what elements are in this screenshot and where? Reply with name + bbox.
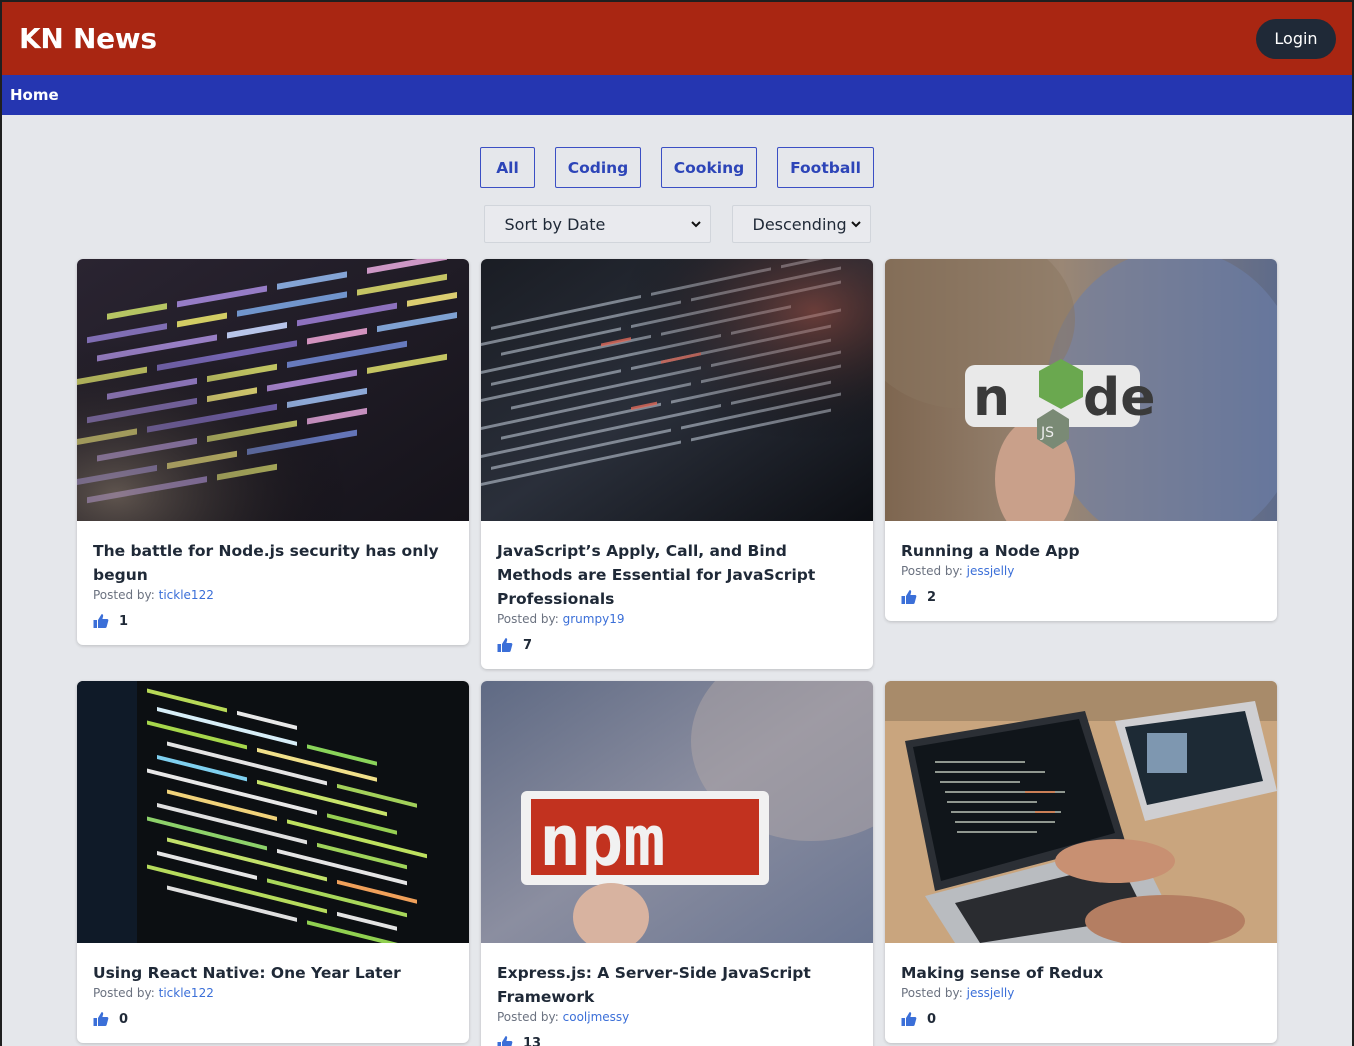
sort-controls: Sort by Date Descending bbox=[2, 205, 1352, 243]
svg-text:n: n bbox=[973, 368, 1010, 428]
posted-by-label: Posted by: bbox=[93, 588, 159, 602]
author-link[interactable]: tickle122 bbox=[159, 588, 214, 602]
chevron-down-icon bbox=[850, 221, 861, 228]
article-card-body: Using React Native: One Year Later Poste… bbox=[77, 943, 469, 1043]
author-link[interactable]: cooljmessy bbox=[563, 1010, 630, 1024]
article-votes: 7 bbox=[497, 637, 857, 653]
app-window: KN News Login Home All Coding Cooking Fo… bbox=[2, 2, 1352, 1046]
article-card-body: Making sense of Redux Posted by: jessjel… bbox=[885, 943, 1277, 1043]
thumbs-up-icon[interactable] bbox=[93, 613, 109, 629]
article-title[interactable]: Express.js: A Server-Side JavaScript Fra… bbox=[497, 961, 857, 1009]
filter-football-button[interactable]: Football bbox=[777, 147, 874, 188]
article-card[interactable]: Using React Native: One Year Later Poste… bbox=[77, 681, 469, 1043]
article-card[interactable]: JavaScript’s Apply, Call, and Bind Metho… bbox=[481, 259, 873, 669]
thumbs-up-icon[interactable] bbox=[901, 1011, 917, 1027]
svg-text:de: de bbox=[1083, 368, 1156, 428]
article-image[interactable] bbox=[77, 681, 469, 943]
article-votes: 0 bbox=[901, 1011, 1261, 1027]
filter-coding-button[interactable]: Coding bbox=[555, 147, 641, 188]
article-title[interactable]: Running a Node App bbox=[901, 539, 1261, 563]
article-votes: 0 bbox=[93, 1011, 453, 1027]
vote-count: 0 bbox=[119, 1011, 129, 1027]
article-card[interactable]: n de JS Running a Node App Posted by: je… bbox=[885, 259, 1277, 621]
article-author-line: Posted by: tickle122 bbox=[93, 588, 453, 602]
site-logo[interactable]: KN News bbox=[19, 22, 157, 55]
svg-text:JS: JS bbox=[1040, 425, 1054, 441]
article-author-line: Posted by: jessjelly bbox=[901, 564, 1261, 578]
posted-by-label: Posted by: bbox=[497, 612, 563, 626]
sort-by-select[interactable]: Sort by Date bbox=[483, 205, 711, 243]
article-image[interactable]: npm bbox=[481, 681, 873, 943]
article-author-line: Posted by: cooljmessy bbox=[497, 1010, 857, 1024]
filter-all-button[interactable]: All bbox=[480, 147, 535, 188]
site-header: KN News Login bbox=[2, 2, 1352, 75]
article-card[interactable]: The battle for Node.js security has only… bbox=[77, 259, 469, 645]
article-votes: 1 bbox=[93, 613, 453, 629]
article-image[interactable]: n de JS bbox=[885, 259, 1277, 521]
article-author-line: Posted by: tickle122 bbox=[93, 986, 453, 1000]
thumbs-up-icon[interactable] bbox=[901, 589, 917, 605]
sort-order-value: Descending bbox=[752, 214, 847, 234]
article-image[interactable] bbox=[885, 681, 1277, 943]
article-votes: 2 bbox=[901, 589, 1261, 605]
filter-cooking-button[interactable]: Cooking bbox=[661, 147, 757, 188]
article-title[interactable]: Making sense of Redux bbox=[901, 961, 1261, 985]
article-author-line: Posted by: grumpy19 bbox=[497, 612, 857, 626]
article-image[interactable] bbox=[481, 259, 873, 521]
thumbs-up-icon[interactable] bbox=[497, 637, 513, 653]
svg-text:npm: npm bbox=[539, 800, 665, 882]
author-link[interactable]: jessjelly bbox=[967, 986, 1015, 1000]
article-image[interactable] bbox=[77, 259, 469, 521]
article-card-body: Running a Node App Posted by: jessjelly … bbox=[885, 521, 1277, 621]
article-grid: The battle for Node.js security has only… bbox=[77, 259, 1277, 1046]
posted-by-label: Posted by: bbox=[93, 986, 159, 1000]
posted-by-label: Posted by: bbox=[497, 1010, 563, 1024]
vote-count: 1 bbox=[119, 613, 129, 629]
topic-filter-bar: All Coding Cooking Football bbox=[2, 147, 1352, 188]
sort-by-value: Sort by Date bbox=[504, 214, 606, 234]
author-link[interactable]: tickle122 bbox=[159, 986, 214, 1000]
vote-count: 7 bbox=[523, 637, 533, 653]
vote-count: 13 bbox=[523, 1035, 542, 1046]
login-button[interactable]: Login bbox=[1256, 18, 1336, 59]
article-card-body: Express.js: A Server-Side JavaScript Fra… bbox=[481, 943, 873, 1046]
article-author-line: Posted by: jessjelly bbox=[901, 986, 1261, 1000]
article-title[interactable]: The battle for Node.js security has only… bbox=[93, 539, 453, 587]
article-card-body: The battle for Node.js security has only… bbox=[77, 521, 469, 645]
article-card[interactable]: Making sense of Redux Posted by: jessjel… bbox=[885, 681, 1277, 1043]
chevron-down-icon bbox=[690, 221, 701, 228]
article-title[interactable]: Using React Native: One Year Later bbox=[93, 961, 453, 985]
nav-home-link[interactable]: Home bbox=[10, 86, 59, 104]
thumbs-up-icon[interactable] bbox=[497, 1035, 513, 1046]
sort-order-select[interactable]: Descending bbox=[731, 205, 871, 243]
article-votes: 13 bbox=[497, 1035, 857, 1046]
vote-count: 0 bbox=[927, 1011, 937, 1027]
vote-count: 2 bbox=[927, 589, 937, 605]
article-card-body: JavaScript’s Apply, Call, and Bind Metho… bbox=[481, 521, 873, 669]
posted-by-label: Posted by: bbox=[901, 986, 967, 1000]
thumbs-up-icon[interactable] bbox=[93, 1011, 109, 1027]
author-link[interactable]: jessjelly bbox=[967, 564, 1015, 578]
article-card[interactable]: npm Express.js: A Server-Side JavaScript… bbox=[481, 681, 873, 1046]
posted-by-label: Posted by: bbox=[901, 564, 967, 578]
nav-bar: Home bbox=[2, 75, 1352, 115]
author-link[interactable]: grumpy19 bbox=[563, 612, 625, 626]
article-title[interactable]: JavaScript’s Apply, Call, and Bind Metho… bbox=[497, 539, 857, 611]
